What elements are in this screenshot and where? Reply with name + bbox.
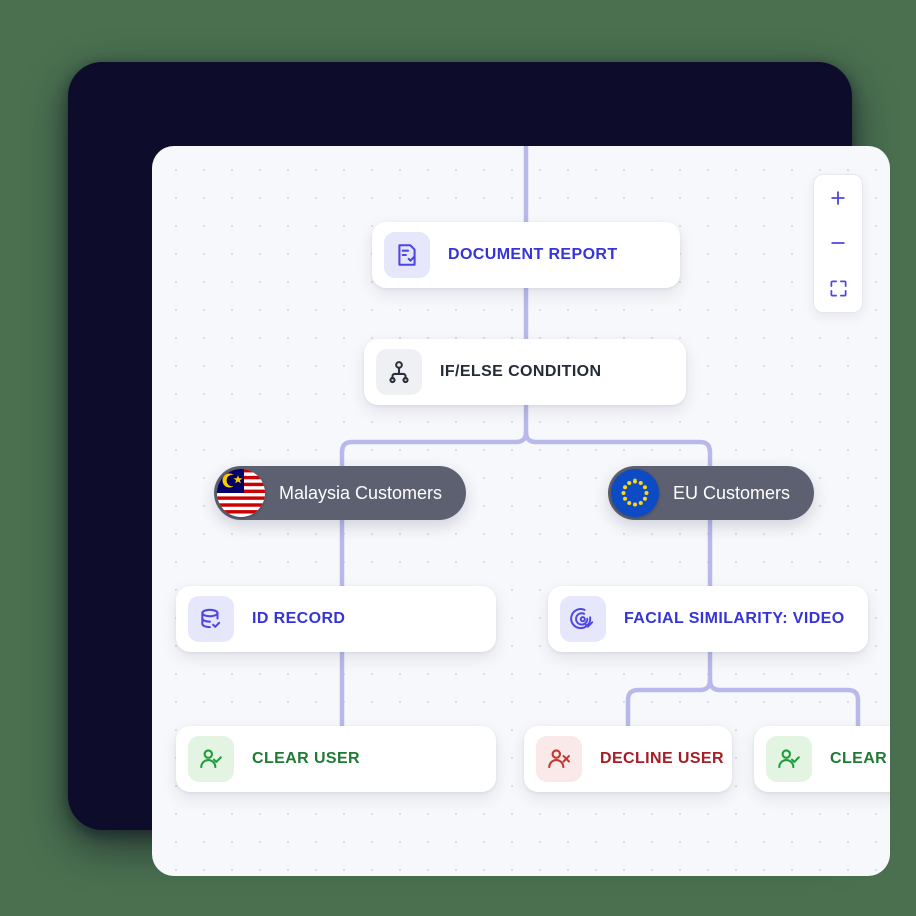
branch-pill-eu[interactable]: EU Customers [608, 466, 815, 520]
plus-icon [831, 190, 845, 205]
eu-flag-icon [611, 469, 659, 517]
workflow-canvas[interactable]: DOCUMENT REPORT IF/ELSE CONDITION Malays… [152, 146, 890, 876]
branch-pill-malaysia[interactable]: Malaysia Customers [214, 466, 467, 520]
malaysia-flag-icon [217, 469, 265, 517]
branch-condition-icon [376, 349, 422, 395]
node-label: IF/ELSE CONDITION [440, 363, 602, 380]
node-label: DECLINE USER [600, 750, 724, 767]
node-document-report[interactable]: DOCUMENT REPORT [372, 222, 680, 288]
branch-pill-label: EU Customers [673, 482, 791, 503]
database-check-icon [188, 596, 234, 642]
minus-icon [831, 241, 845, 244]
node-ifelse-condition[interactable]: IF/ELSE CONDITION [364, 339, 686, 405]
edge-facial-similarity-to-decline-user [625, 649, 713, 729]
zoom-controls[interactable] [813, 174, 863, 313]
node-clear-user-left[interactable]: CLEAR USER [176, 726, 496, 792]
facial-scan-icon [560, 596, 606, 642]
node-decline-user[interactable]: DECLINE USER [524, 726, 732, 792]
user-x-icon [536, 736, 582, 782]
node-label: CLEAR USER [252, 750, 361, 767]
branch-pill-label: Malaysia Customers [279, 482, 443, 503]
zoom-fit-button[interactable] [814, 265, 862, 312]
node-label: ID RECORD [252, 610, 346, 627]
node-clear-user-right[interactable]: CLEAR USER [754, 726, 890, 792]
node-label: CLEAR USER [830, 750, 890, 767]
document-check-icon [384, 232, 430, 278]
fit-screen-icon [830, 280, 846, 297]
user-check-icon [188, 736, 234, 782]
node-id-record[interactable]: ID RECORD [176, 586, 496, 652]
zoom-in-button[interactable] [814, 175, 862, 220]
zoom-out-button[interactable] [814, 220, 862, 265]
edge-facial-similarity-to-clear-user-2 [707, 677, 861, 729]
node-label: FACIAL SIMILARITY: VIDEO [624, 610, 845, 627]
node-facial-similarity-video[interactable]: FACIAL SIMILARITY: VIDEO [548, 586, 868, 652]
device-frame: DOCUMENT REPORT IF/ELSE CONDITION Malays… [68, 62, 890, 876]
node-label: DOCUMENT REPORT [448, 246, 618, 263]
user-check-icon [766, 736, 812, 782]
